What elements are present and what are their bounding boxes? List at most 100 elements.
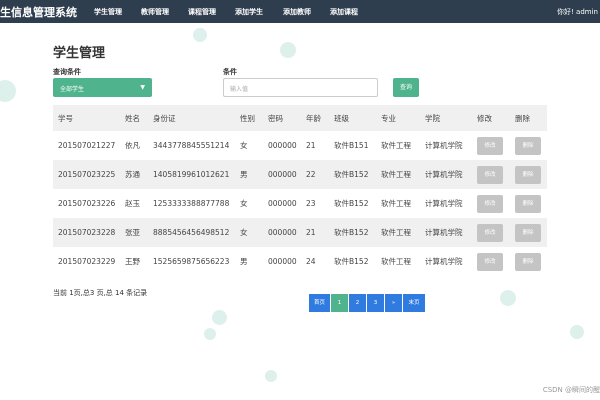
nav-add-student[interactable]: 添加学生 [235, 7, 263, 17]
table-cell: 000000 [268, 199, 297, 208]
action-cell: 删除 [510, 247, 547, 276]
nav-add-teacher[interactable]: 添加教师 [283, 7, 311, 17]
table-cell: 000000 [268, 257, 297, 266]
table-cell: 21 [306, 141, 316, 150]
nav-teacher-manage[interactable]: 教师管理 [141, 7, 169, 17]
edit-button[interactable]: 修改 [477, 223, 503, 242]
delete-button[interactable]: 删除 [515, 194, 541, 213]
table-cell: 软件工程 [381, 257, 411, 266]
column-header: 学号 [53, 105, 120, 131]
table-cell: 23 [306, 199, 316, 208]
user-greeting[interactable]: 你好! admin [557, 7, 598, 17]
table-cell: 1253333388877788 [153, 199, 230, 208]
action-cell: 删除 [510, 218, 547, 247]
caret-down-icon: ▼ [140, 84, 145, 91]
table-cell: 201507021227 [58, 141, 116, 150]
edit-button[interactable]: 修改 [477, 136, 503, 155]
query-button[interactable]: 查询 [393, 78, 419, 97]
table-cell: 软件工程 [381, 141, 411, 150]
decor-bubble [212, 310, 227, 325]
column-header: 学院 [420, 105, 472, 131]
decor-bubble [204, 328, 216, 340]
table-cell: 计算机学院 [425, 141, 463, 150]
table-cell: 21 [301, 218, 329, 247]
app-title: 生信息管理系统 [0, 6, 77, 19]
record-summary: 当前 1页,总3 页,总 14 条记录 [53, 289, 148, 297]
table-cell: 计算机学院 [425, 257, 463, 266]
page-next[interactable]: » [385, 294, 403, 312]
table-cell: 000000 [268, 141, 297, 150]
edit-button[interactable]: 修改 [477, 194, 503, 213]
action-cell: 修改 [472, 218, 510, 247]
table-cell: 24 [306, 257, 316, 266]
delete-button[interactable]: 删除 [515, 165, 541, 184]
search-input[interactable]: 输入值 [223, 78, 378, 97]
table-cell: 201507023226 [58, 199, 116, 208]
table-cell: 王野 [125, 257, 140, 266]
column-header: 班级 [329, 105, 376, 131]
action-cell: 删除 [510, 160, 547, 189]
decor-bubble [280, 42, 296, 58]
delete-button[interactable]: 删除 [515, 223, 541, 242]
select-value: 全部学生 [60, 86, 85, 93]
decor-bubble [193, 28, 207, 42]
nav-add-course[interactable]: 添加课程 [330, 7, 358, 17]
column-header: 删除 [510, 105, 547, 131]
decor-bubble [500, 290, 516, 306]
page-last[interactable]: 末页 [403, 294, 426, 312]
table-cell: 000000 [263, 218, 301, 247]
action-cell: 删除 [510, 189, 547, 218]
table-cell: 张亚 [120, 218, 148, 247]
navbar: 生信息管理系统 学生管理 教师管理 课程管理 添加学生 添加教师 添加课程 你好… [0, 0, 600, 23]
column-header: 性别 [235, 105, 263, 131]
table-row: 201507023226 赵玉 1253333388877788 女 000000 23 软… [53, 189, 547, 218]
table-cell: 计算机学院 [420, 218, 472, 247]
table-cell: 3443778845551214 [153, 141, 230, 150]
edit-button[interactable]: 修改 [477, 252, 503, 271]
table-cell: 软件工程 [381, 199, 411, 208]
condition-select[interactable]: 全部学生 ▼ [53, 78, 152, 97]
edit-button[interactable]: 修改 [477, 165, 503, 184]
nav-course-manage[interactable]: 课程管理 [188, 7, 216, 17]
nav-student-manage[interactable]: 学生管理 [94, 7, 122, 17]
table-cell: 女 [240, 199, 248, 208]
table-cell: 201507023228 [53, 218, 120, 247]
table-row: 201507023228 张亚 8885456456498512 女 000000 21 软… [53, 218, 547, 247]
page-first[interactable]: 首页 [309, 294, 331, 312]
column-header: 身份证 [148, 105, 235, 131]
table-cell: 女 [240, 141, 248, 150]
table-row: 201507023225 苏通 1405819961012621 男 000000 22 软… [53, 160, 547, 189]
table-cell: 男 [235, 160, 263, 189]
table-cell: 依凡 [125, 141, 140, 150]
column-header: 修改 [472, 105, 510, 131]
decor-bubble [570, 325, 584, 339]
page-title: 学生管理 [53, 46, 106, 61]
action-cell: 修改 [472, 160, 510, 189]
delete-button[interactable]: 删除 [515, 252, 541, 271]
condition-label: 查询条件 [53, 68, 81, 76]
table-cell: 女 [235, 218, 263, 247]
table-cell: 201507023225 [53, 160, 120, 189]
action-cell: 删除 [510, 131, 547, 160]
table-cell: 软件B152 [334, 257, 369, 266]
table-row: 201507023229 王野 1525659875656223 男 000000 24 软… [53, 247, 547, 276]
table-cell: 201507023229 [58, 257, 116, 266]
student-table: 学号 姓名 身份证 性别 密码 年龄 班级 专业 学院 修改 删除 201507021227 依凡 34… [53, 105, 547, 276]
page-3[interactable]: 3 [367, 294, 385, 312]
table-cell: 软件B152 [329, 218, 376, 247]
delete-button[interactable]: 删除 [515, 136, 541, 155]
decor-bubble [0, 80, 16, 102]
page-1[interactable]: 1 [331, 294, 349, 312]
table-cell: 22 [301, 160, 329, 189]
table-cell: 软件B152 [329, 160, 376, 189]
value-label: 条件 [223, 68, 237, 76]
action-cell: 修改 [472, 131, 510, 160]
column-header: 专业 [376, 105, 420, 131]
column-header: 姓名 [120, 105, 148, 131]
page-2[interactable]: 2 [349, 294, 367, 312]
table-cell: 男 [240, 257, 248, 266]
table-cell: 软件B151 [334, 141, 369, 150]
column-header: 年龄 [301, 105, 329, 131]
decor-bubble [265, 370, 277, 382]
column-header: 密码 [263, 105, 301, 131]
